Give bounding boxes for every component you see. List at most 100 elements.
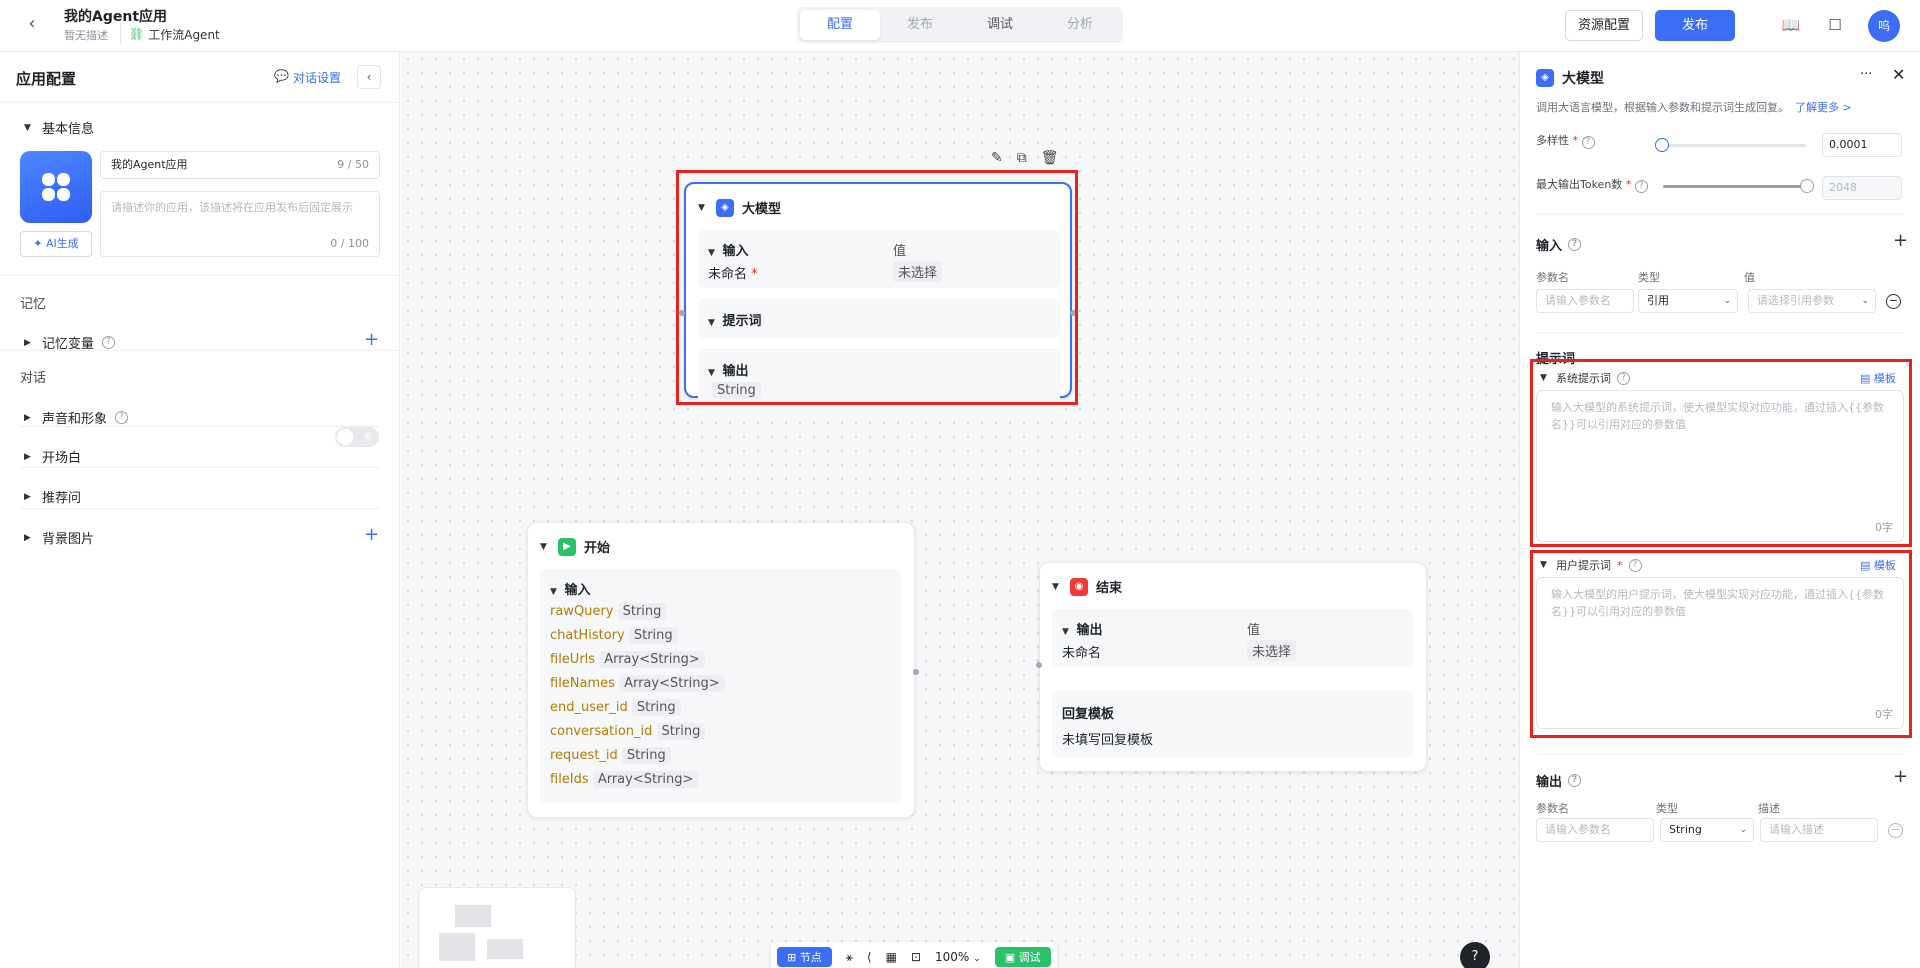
app-config-panel: 应用配置 💬 对话设置 ‹ ▼ 基本信息 ✦ AI生成 我的Agent应用 9 … <box>0 52 400 968</box>
param-name-input[interactable]: 请输入参数名 <box>1536 289 1634 313</box>
caret-down-icon[interactable]: ▼ <box>540 542 550 552</box>
publish-button[interactable]: 发布 <box>1655 10 1735 41</box>
grid-icon[interactable]: ▦ <box>886 950 897 964</box>
workflow-canvas[interactable]: ✎ ⧉ 🗑 ▼ ◈ 大模型 ▼ 输入 值 未命名 * 未选择 ▼ 提示词 ▼ 输… <box>401 52 1519 968</box>
llm-icon: ◈ <box>1536 69 1554 87</box>
max-tokens-input[interactable]: 2048 <box>1822 176 1902 200</box>
end-output-row[interactable]: ▼ 输出 <box>1062 619 1103 638</box>
diversity-slider[interactable] <box>1660 144 1806 147</box>
start-output-port[interactable] <box>913 669 919 675</box>
minimap[interactable] <box>418 887 576 968</box>
col-type-header: 类型 <box>1638 271 1660 284</box>
tab-debug[interactable]: 调试 <box>960 10 1040 40</box>
start-node-title: 开始 <box>584 541 611 556</box>
clover-icon <box>42 173 70 201</box>
delete-icon[interactable]: 🗑 <box>1041 150 1059 166</box>
debug-button[interactable]: ▣ 调试 <box>994 947 1051 967</box>
reply-template-label: 回复模板 <box>1062 707 1115 722</box>
help-icon[interactable]: ? <box>1568 774 1582 787</box>
highlight-box <box>676 170 1078 405</box>
feedback-icon[interactable]: ☐ <box>1824 14 1846 36</box>
output-param-input[interactable]: 请输入参数名 <box>1536 818 1654 842</box>
chevron-down-icon: ⌄ <box>1861 296 1869 306</box>
input-section-label: 输入 <box>1536 239 1563 254</box>
end-node[interactable]: ▼ ◉ 结束 ▼ 输出 值 未命名 未选择 回复模板 未填写回复模板 <box>1039 562 1427 772</box>
add-output-icon[interactable]: + <box>1893 766 1908 787</box>
edit-icon[interactable]: ✎ <box>991 150 1003 166</box>
collapse-panel-button[interactable]: ‹ <box>357 65 381 89</box>
play-icon: ▶ <box>558 537 576 556</box>
close-icon[interactable]: ✕ <box>1892 65 1905 84</box>
help-icon[interactable]: ? <box>1568 238 1582 251</box>
col-param-header: 参数名 <box>1536 271 1569 284</box>
divider <box>0 102 400 103</box>
back-arrow-icon[interactable]: ‹ <box>20 12 44 36</box>
copy-icon[interactable]: ⧉ <box>1017 150 1027 166</box>
diversity-input[interactable]: 0.0001 <box>1822 133 1902 157</box>
help-icon[interactable]: ? <box>115 411 129 424</box>
unselected-tag: 未选择 <box>1247 640 1297 661</box>
max-tokens-slider[interactable] <box>1663 185 1807 188</box>
dialog-group-label: 对话 <box>20 371 47 386</box>
start-node[interactable]: ▼ ▶ 开始 ▼ 输入 rawQuery String chatHistory … <box>527 522 915 818</box>
avatar[interactable]: 呜 <box>1868 10 1900 42</box>
bg-image-section[interactable]: ▶ 背景图片 <box>24 528 94 547</box>
layout-icon[interactable]: ⚹ <box>846 950 853 965</box>
caret-down-icon: ▼ <box>550 587 557 597</box>
output-type-value: String <box>1669 823 1702 836</box>
add-bg-image-icon[interactable]: + <box>364 524 379 545</box>
add-memory-var-icon[interactable]: + <box>364 329 379 350</box>
caret-right-icon: ▶ <box>24 491 31 502</box>
zoom-select[interactable]: 100% ⌄ <box>935 950 981 964</box>
app-type-label: 工作流Agent <box>148 27 220 42</box>
end-input-port[interactable] <box>1036 662 1042 668</box>
diversity-text: 多样性 <box>1536 134 1569 147</box>
start-input-row[interactable]: ▼ 输入 <box>550 579 591 598</box>
suggest-section[interactable]: ▶ 推荐问 <box>24 487 81 506</box>
var-name: conversation_id <box>550 724 653 739</box>
tab-analysis[interactable]: 分析 <box>1040 10 1120 40</box>
opening-section[interactable]: ▶ 开场白 <box>24 447 81 466</box>
help-button[interactable]: ? <box>1460 942 1490 968</box>
type-select[interactable]: 引用 ⌄ <box>1638 289 1738 313</box>
var-name: end_user_id <box>550 700 628 715</box>
highlight-box <box>1530 550 1912 738</box>
app-desc-input[interactable]: 请描述你的应用，该描述将在应用发布后固定展示 0 / 100 <box>100 191 380 257</box>
unselected-value: 未选择 <box>1247 640 1297 661</box>
diversity-slider-knob[interactable] <box>1655 138 1669 152</box>
ai-generate-button[interactable]: ✦ AI生成 <box>20 231 92 257</box>
unnamed-label: 未命名 <box>1062 646 1102 661</box>
resource-config-button[interactable]: 资源配置 <box>1565 10 1643 41</box>
max-tokens-label: 最大输出Token数 * ? <box>1536 176 1648 193</box>
end-node-title: 结束 <box>1096 581 1123 596</box>
voice-toggle[interactable]: 关 <box>335 427 379 447</box>
remove-input-icon[interactable]: − <box>1886 294 1901 309</box>
tab-config[interactable]: 配置 <box>800 10 880 40</box>
fit-view-icon[interactable]: ⊡ <box>911 950 921 964</box>
max-tokens-slider-knob[interactable] <box>1800 179 1814 193</box>
output-type-select[interactable]: String ⌄ <box>1660 818 1754 842</box>
help-icon[interactable]: ? <box>102 336 116 349</box>
add-input-icon[interactable]: + <box>1893 230 1908 251</box>
chevron-down-icon: ⌄ <box>1739 825 1747 835</box>
app-name-input[interactable]: 我的Agent应用 9 / 50 <box>100 151 380 179</box>
connector-icon[interactable]: ⟨ <box>867 950 872 964</box>
app-icon[interactable] <box>20 151 92 223</box>
tab-publish[interactable]: 发布 <box>880 10 960 40</box>
voice-section[interactable]: ▶ 声音和形象 ? <box>24 408 129 427</box>
help-icon[interactable]: ? <box>1634 180 1648 193</box>
more-icon[interactable]: ··· <box>1860 67 1872 82</box>
basic-info-section[interactable]: ▼ 基本信息 <box>24 118 94 137</box>
learn-more-link[interactable]: 了解更多 > <box>1795 101 1852 114</box>
remove-output-icon[interactable]: − <box>1888 823 1903 838</box>
help-icon[interactable]: ? <box>1581 136 1595 149</box>
add-node-button[interactable]: ⊞ 节点 <box>777 947 832 967</box>
input-section-title: 输入 ? <box>1536 235 1582 254</box>
app-type-badge: ⛓ 工作流Agent <box>120 23 228 45</box>
output-desc-input[interactable]: 请输入描述 <box>1760 818 1878 842</box>
start-var-row: fileNames Array<String> <box>550 675 725 692</box>
value-select[interactable]: 请选择引用参数 ⌄ <box>1748 289 1876 313</box>
book-icon[interactable]: 📖 <box>1780 14 1802 36</box>
caret-down-icon[interactable]: ▼ <box>1052 582 1062 592</box>
dialog-settings-link[interactable]: 💬 对话设置 <box>274 69 341 86</box>
